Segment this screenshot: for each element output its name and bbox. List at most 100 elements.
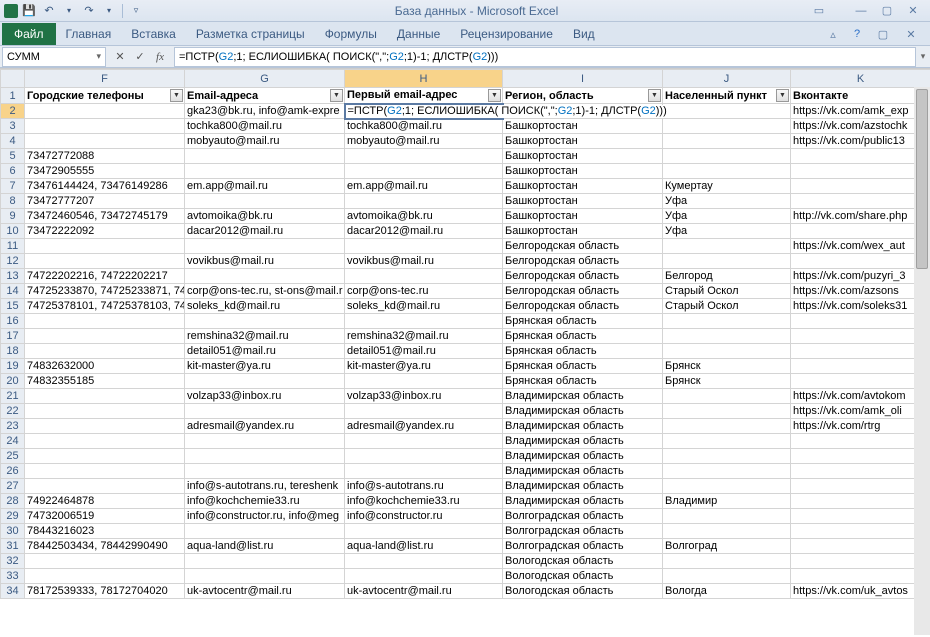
- cell[interactable]: aqua-land@list.ru: [345, 539, 503, 554]
- col-header-K[interactable]: K: [791, 70, 930, 88]
- cell[interactable]: 74722202216, 74722202217: [25, 269, 185, 284]
- cell[interactable]: 74922464878: [25, 494, 185, 509]
- cell[interactable]: [345, 554, 503, 569]
- col-header-J[interactable]: J: [663, 70, 791, 88]
- row-header[interactable]: 19: [1, 359, 25, 374]
- row-header[interactable]: 14: [1, 284, 25, 299]
- cell[interactable]: [791, 179, 930, 194]
- row-header[interactable]: 29: [1, 509, 25, 524]
- cell[interactable]: Владимирская область: [503, 404, 663, 419]
- cell[interactable]: kit-master@ya.ru: [185, 359, 345, 374]
- cell[interactable]: info@kochchemie33.ru: [185, 494, 345, 509]
- row-header[interactable]: 28: [1, 494, 25, 509]
- cell[interactable]: [791, 254, 930, 269]
- cell[interactable]: Башкортостан: [503, 119, 663, 134]
- window-restore-icon[interactable]: ▢: [876, 3, 898, 19]
- cell[interactable]: [345, 269, 503, 284]
- row-header[interactable]: 18: [1, 344, 25, 359]
- cell[interactable]: Владимирская область: [503, 449, 663, 464]
- cell[interactable]: [25, 554, 185, 569]
- row-header[interactable]: 8: [1, 194, 25, 209]
- cell[interactable]: [663, 419, 791, 434]
- cell[interactable]: [663, 164, 791, 179]
- header-cell[interactable]: Первый email-адрес▼: [345, 88, 503, 104]
- cell[interactable]: http://vk.com/share.php: [791, 209, 930, 224]
- cell[interactable]: Брянская область: [503, 329, 663, 344]
- cell[interactable]: [791, 164, 930, 179]
- row-header[interactable]: 34: [1, 584, 25, 599]
- cell[interactable]: info@kochchemie33.ru: [345, 494, 503, 509]
- cell[interactable]: [663, 254, 791, 269]
- redo-icon[interactable]: ↷: [80, 2, 98, 20]
- row-header[interactable]: 16: [1, 314, 25, 329]
- cell[interactable]: corp@ons-tec.ru: [345, 284, 503, 299]
- cell[interactable]: [25, 449, 185, 464]
- cell[interactable]: [25, 104, 185, 119]
- cell[interactable]: 73476144424, 73476149286: [25, 179, 185, 194]
- cell[interactable]: https://vk.com/wex_aut: [791, 239, 930, 254]
- save-icon[interactable]: 💾: [20, 2, 38, 20]
- cell[interactable]: [663, 569, 791, 584]
- tab-home[interactable]: Главная: [56, 23, 122, 45]
- cell[interactable]: Уфа: [663, 194, 791, 209]
- col-header-G[interactable]: G: [185, 70, 345, 88]
- cell[interactable]: [791, 149, 930, 164]
- cell[interactable]: Башкортостан: [503, 149, 663, 164]
- workbook-restore-icon[interactable]: ▢: [872, 26, 894, 42]
- cell[interactable]: Вологда: [663, 584, 791, 599]
- formula-expand-icon[interactable]: ▾: [916, 51, 930, 62]
- row-header[interactable]: 22: [1, 404, 25, 419]
- cell[interactable]: detail051@mail.ru: [185, 344, 345, 359]
- cell[interactable]: Брянская область: [503, 344, 663, 359]
- cell[interactable]: info@constructor.ru, info@meg: [185, 509, 345, 524]
- ribbon-toggle-icon[interactable]: ▵: [824, 25, 842, 43]
- cell[interactable]: Башкортостан: [503, 179, 663, 194]
- cell[interactable]: gka23@bk.ru, info@amk-expre: [185, 104, 345, 119]
- row-header[interactable]: 33: [1, 569, 25, 584]
- cell[interactable]: em.app@mail.ru: [345, 179, 503, 194]
- cell[interactable]: https://vk.com/uk_avtos: [791, 584, 930, 599]
- row-header[interactable]: 5: [1, 149, 25, 164]
- cell[interactable]: [345, 434, 503, 449]
- scroll-thumb[interactable]: [916, 89, 928, 269]
- cell[interactable]: Волгоградская область: [503, 524, 663, 539]
- cell[interactable]: [791, 329, 930, 344]
- cell[interactable]: Брянская область: [503, 374, 663, 389]
- cell[interactable]: 73472772088: [25, 149, 185, 164]
- cell[interactable]: =ПСТР(G2;1; ЕСЛИОШИБКА( ПОИСК(",";G2;1)-…: [345, 104, 503, 119]
- cell[interactable]: [185, 554, 345, 569]
- cell[interactable]: https://vk.com/avtokom: [791, 389, 930, 404]
- cancel-edit-icon[interactable]: ✕: [112, 50, 128, 63]
- undo-dropdown-icon[interactable]: ▾: [60, 2, 78, 20]
- row-header[interactable]: 3: [1, 119, 25, 134]
- cell[interactable]: [25, 569, 185, 584]
- cell[interactable]: Уфа: [663, 224, 791, 239]
- cell[interactable]: https://vk.com/azsons: [791, 284, 930, 299]
- tab-page-layout[interactable]: Разметка страницы: [186, 23, 315, 45]
- cell[interactable]: [25, 239, 185, 254]
- cell[interactable]: [25, 254, 185, 269]
- cell[interactable]: [185, 404, 345, 419]
- cell[interactable]: [345, 239, 503, 254]
- tab-review[interactable]: Рецензирование: [450, 23, 563, 45]
- cell[interactable]: https://vk.com/public13: [791, 134, 930, 149]
- cell[interactable]: info@s-autotrans.ru: [345, 479, 503, 494]
- filter-dropdown-icon[interactable]: ▼: [330, 89, 343, 102]
- cell[interactable]: [663, 119, 791, 134]
- row-header[interactable]: 9: [1, 209, 25, 224]
- cell[interactable]: mobyauto@mail.ru: [185, 134, 345, 149]
- row-header[interactable]: 13: [1, 269, 25, 284]
- cell[interactable]: [791, 374, 930, 389]
- cell[interactable]: [791, 479, 930, 494]
- name-box-dropdown-icon[interactable]: ▾: [96, 51, 101, 62]
- cell[interactable]: [791, 569, 930, 584]
- cell[interactable]: https://vk.com/amk_oli: [791, 404, 930, 419]
- cell[interactable]: 74832632000: [25, 359, 185, 374]
- cell[interactable]: [25, 404, 185, 419]
- window-close-icon[interactable]: ✕: [902, 3, 924, 19]
- row-header[interactable]: 15: [1, 299, 25, 314]
- cell[interactable]: https://vk.com/amk_exp: [791, 104, 930, 119]
- cell[interactable]: [25, 134, 185, 149]
- cell[interactable]: soleks_kd@mail.ru: [185, 299, 345, 314]
- header-cell[interactable]: Городские телефоны▼: [25, 88, 185, 104]
